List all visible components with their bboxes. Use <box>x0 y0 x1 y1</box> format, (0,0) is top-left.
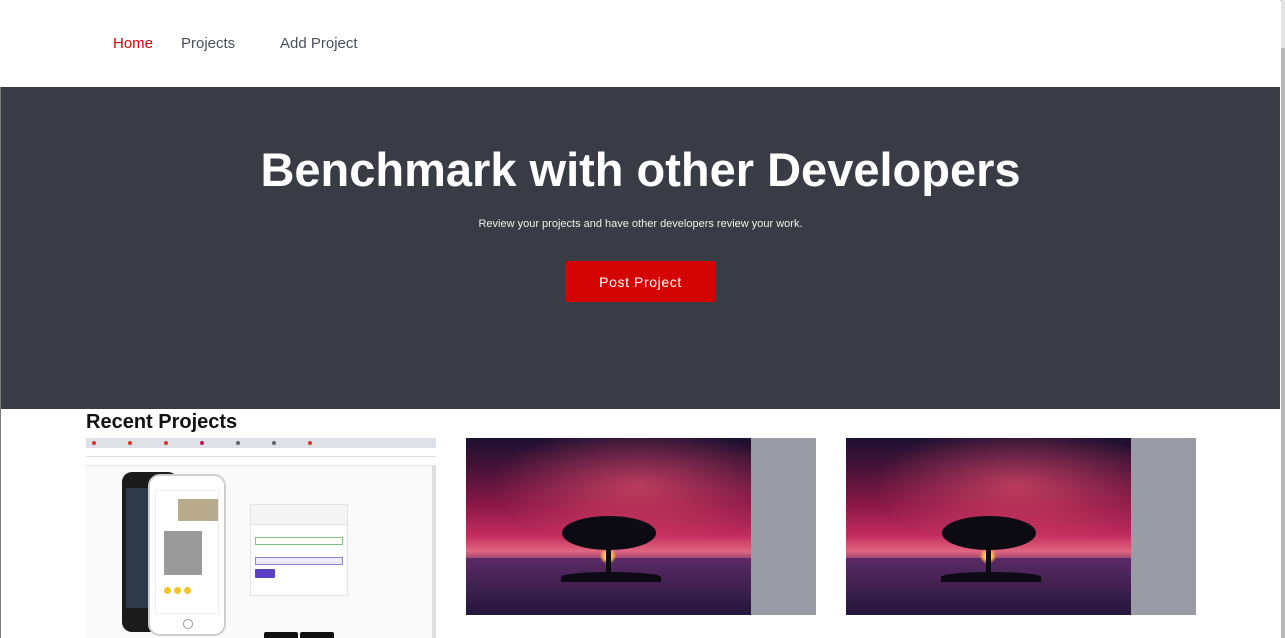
phone-home-button-icon <box>183 619 193 629</box>
nav-projects-link[interactable]: Projects <box>181 35 235 53</box>
project-thumbnail-image <box>846 438 1131 615</box>
project-card[interactable] <box>846 438 1196 615</box>
recent-projects-heading: Recent Projects <box>86 411 238 433</box>
project-card[interactable] <box>466 438 816 615</box>
signin-form-graphic: ​ ​ <box>250 504 348 596</box>
hero-subtitle: Review your projects and have other deve… <box>478 218 803 230</box>
nav-add-project-link[interactable]: Add Project <box>280 35 358 53</box>
page-scrollbar-thumb[interactable] <box>1281 48 1285 638</box>
phone-front-graphic <box>148 474 226 636</box>
post-project-button[interactable]: Post Project <box>565 261 716 302</box>
page-scrollbar[interactable] <box>1281 0 1285 638</box>
screenshot-scrollbar-graphic <box>432 466 436 638</box>
top-navbar: Home Projects Add Project <box>0 0 1280 87</box>
browser-bookmarks-graphic <box>86 457 436 466</box>
browser-tabbar-graphic <box>86 438 436 448</box>
project-card[interactable]: ​ ​ <box>86 438 436 638</box>
screenshot-page-graphic: ​ ​ <box>86 466 432 638</box>
hero-banner: Benchmark with other Developers Review y… <box>1 87 1280 409</box>
google-play-badge-icon <box>264 632 298 638</box>
nav-home-link[interactable]: Home <box>113 35 153 53</box>
browser-addressbar-graphic <box>86 448 436 457</box>
project-thumbnail-image <box>466 438 751 615</box>
app-store-badge-icon <box>300 632 334 638</box>
hero-title: Benchmark with other Developers <box>260 143 1021 196</box>
